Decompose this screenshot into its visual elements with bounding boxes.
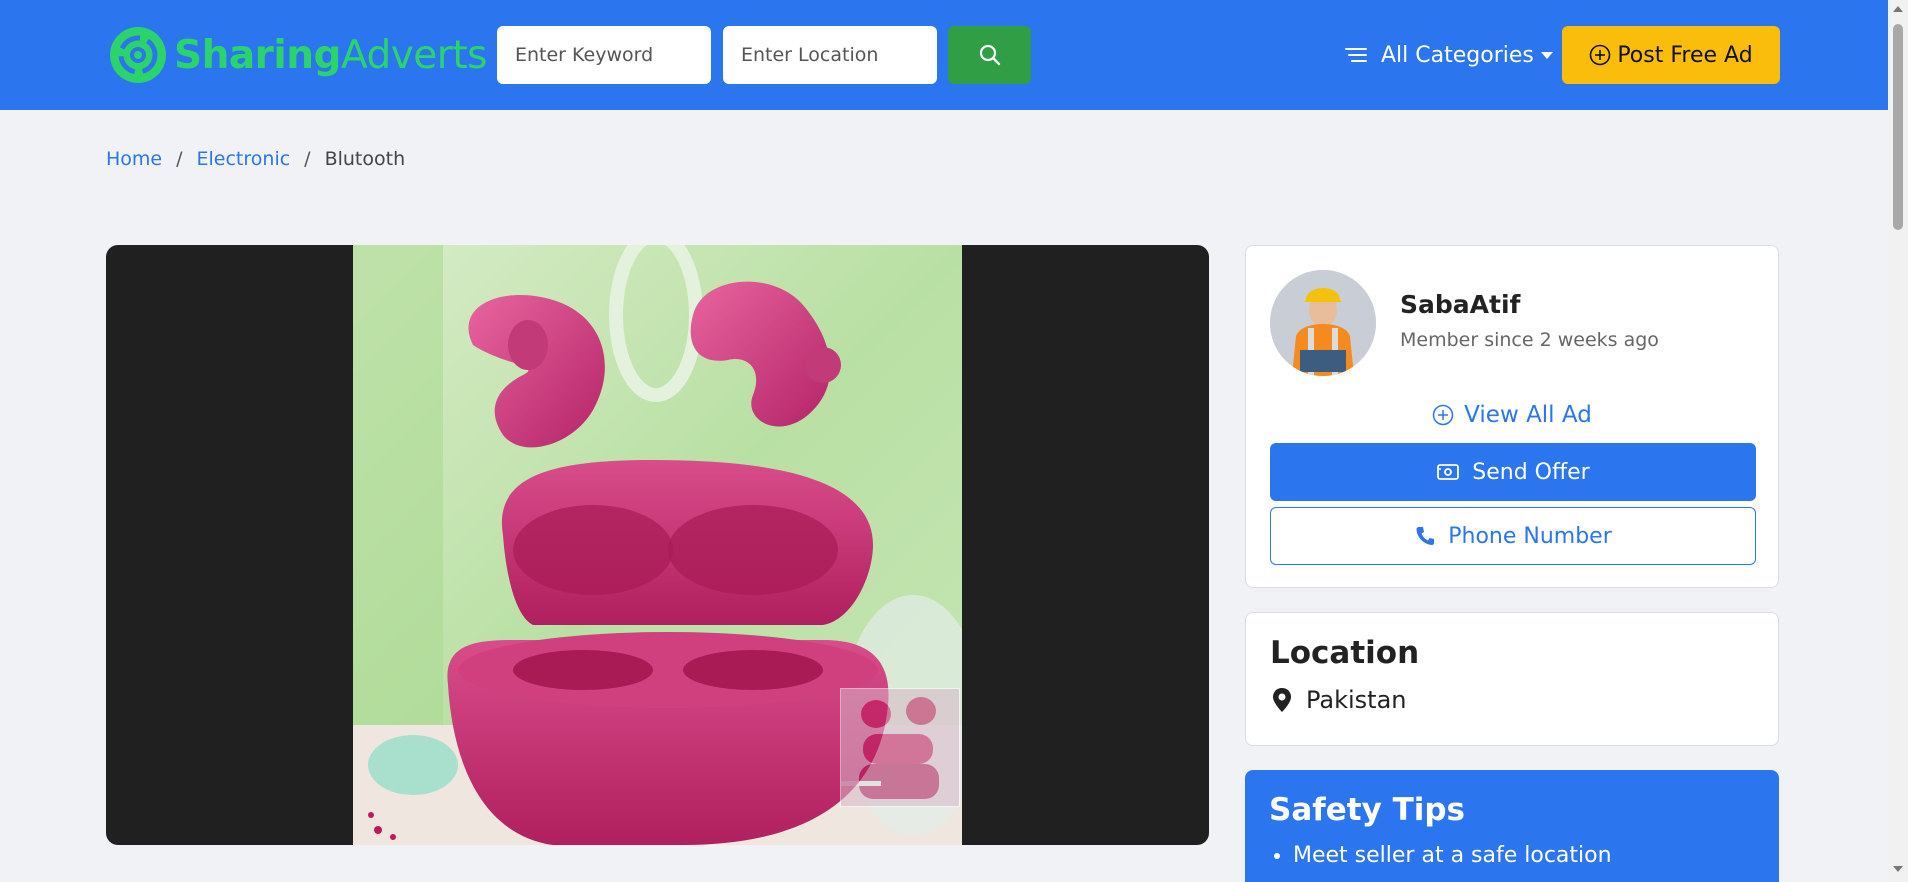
- post-free-ad-label: Post Free Ad: [1617, 42, 1753, 68]
- plus-circle-icon: [1590, 44, 1611, 66]
- logo-text: SharingAdverts: [174, 32, 487, 78]
- location-input[interactable]: [723, 26, 937, 84]
- map-pin-icon: [1273, 688, 1291, 712]
- send-offer-label: Send Offer: [1472, 459, 1590, 485]
- logo-icon: [108, 25, 168, 85]
- scroll-up-arrow-icon[interactable]: [1893, 6, 1903, 12]
- all-categories-label: All Categories: [1381, 42, 1534, 68]
- member-since: Member since 2 weeks ago: [1400, 329, 1659, 351]
- image-thumbnail[interactable]: [840, 688, 960, 807]
- view-all-ads-label: View All Ad: [1464, 402, 1592, 428]
- top-navbar: SharingAdverts All Categories Post Free …: [0, 0, 1888, 110]
- seller-avatar[interactable]: [1270, 270, 1376, 376]
- breadcrumb-separator: /: [176, 148, 183, 170]
- search-button[interactable]: [948, 26, 1031, 84]
- post-free-ad-button[interactable]: Post Free Ad: [1562, 26, 1780, 84]
- safety-tip-item: Meet seller at a safe location: [1293, 843, 1612, 868]
- breadcrumb-separator: /: [304, 148, 311, 170]
- breadcrumb-home[interactable]: Home: [106, 148, 162, 170]
- location-row: Pakistan: [1272, 686, 1407, 714]
- menu-icon: [1345, 48, 1367, 62]
- site-logo[interactable]: SharingAdverts: [108, 24, 487, 86]
- phone-number-label: Phone Number: [1448, 523, 1612, 549]
- safety-tips-title: Safety Tips: [1269, 792, 1465, 828]
- keyword-input[interactable]: [497, 26, 711, 84]
- view-all-ads-link[interactable]: View All Ad: [1246, 402, 1778, 428]
- location-value: Pakistan: [1306, 686, 1407, 714]
- caret-down-icon: [1540, 51, 1553, 59]
- location-card: Location Pakistan: [1245, 612, 1779, 746]
- page-scrollbar[interactable]: [1888, 0, 1908, 882]
- phone-number-button[interactable]: Phone Number: [1270, 507, 1756, 565]
- safety-tips-list: Meet seller at a safe location: [1293, 843, 1612, 878]
- scroll-down-arrow-icon[interactable]: [1893, 866, 1903, 872]
- product-image[interactable]: [353, 245, 962, 845]
- seller-card: SabaAtif Member since 2 weeks ago View A…: [1245, 245, 1779, 588]
- breadcrumb-electronic[interactable]: Electronic: [197, 148, 291, 170]
- all-categories-dropdown[interactable]: All Categories: [1345, 38, 1553, 72]
- seller-name[interactable]: SabaAtif: [1400, 290, 1520, 319]
- phone-icon: [1416, 527, 1435, 545]
- cash-icon: [1437, 464, 1460, 480]
- breadcrumb: Home / Electronic / Blutooth: [106, 148, 405, 170]
- safety-tips-card: Safety Tips Meet seller at a safe locati…: [1245, 770, 1779, 882]
- ad-image-gallery: [106, 245, 1209, 845]
- breadcrumb-current: Blutooth: [324, 148, 406, 170]
- scrollbar-thumb[interactable]: [1893, 24, 1903, 230]
- send-offer-button[interactable]: Send Offer: [1270, 443, 1756, 501]
- location-title: Location: [1270, 635, 1420, 671]
- search-icon: [979, 44, 1000, 66]
- plus-circle-icon: [1432, 404, 1454, 426]
